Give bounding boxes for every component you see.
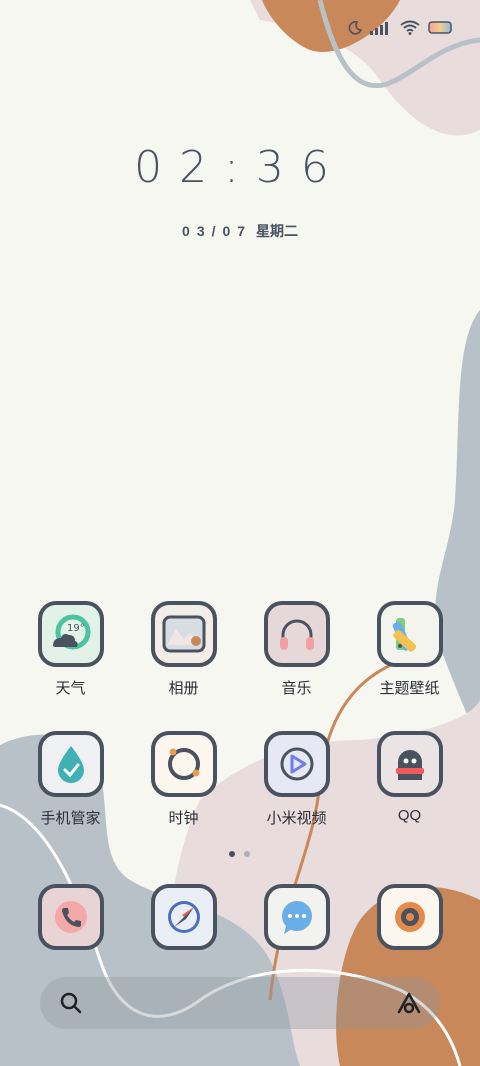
app-qq[interactable]: QQ [353, 731, 466, 824]
app-label: 相册 [168, 680, 199, 697]
status-bar [348, 20, 452, 35]
weather-icon: 19° [37, 601, 104, 667]
phone-icon [37, 884, 104, 950]
battery-icon [428, 21, 452, 34]
app-label: 小米视频 [266, 810, 327, 827]
camera-icon [376, 884, 443, 950]
app-label: QQ [397, 807, 422, 824]
dock-phone[interactable] [14, 884, 127, 950]
video-play-icon [263, 731, 330, 797]
page-indicator [229, 851, 250, 857]
weekday: 星期二 [255, 223, 298, 239]
date-value: 03/07 [182, 223, 253, 239]
app-weather[interactable]: 19° 天气 [14, 601, 127, 698]
wifi-icon [400, 20, 420, 35]
dock-browser[interactable] [127, 884, 240, 950]
message-icon [263, 884, 330, 950]
app-label: 天气 [55, 680, 86, 697]
moon-icon [348, 20, 362, 35]
app-label: 时钟 [168, 810, 199, 827]
app-label: 主题壁纸 [379, 680, 440, 697]
assistant-icon[interactable] [396, 991, 422, 1015]
search-icon[interactable] [60, 992, 82, 1014]
gallery-icon [150, 601, 217, 667]
headphones-icon [263, 601, 330, 667]
lock-clock-date: 03/07 星期二 [0, 221, 480, 241]
app-themes[interactable]: 主题壁纸 [353, 601, 466, 698]
themes-icon [376, 601, 443, 667]
lock-clock-time: 02:36 [134, 142, 346, 193]
app-music[interactable]: 音乐 [240, 601, 353, 698]
dock-camera[interactable] [353, 884, 466, 950]
app-clock[interactable]: 时钟 [127, 731, 240, 828]
search-bar[interactable] [40, 977, 440, 1029]
dock-messages[interactable] [240, 884, 353, 950]
app-label: 手机管家 [40, 810, 101, 827]
app-video[interactable]: 小米视频 [240, 731, 353, 828]
app-gallery[interactable]: 相册 [127, 601, 240, 698]
signal-icon [370, 21, 388, 35]
page-dot-active [229, 851, 235, 857]
security-drop-icon [37, 731, 104, 797]
app-security[interactable]: 手机管家 [14, 731, 127, 828]
clock-icon [150, 731, 217, 797]
app-label: 音乐 [281, 680, 312, 697]
svg-text:19°: 19° [67, 623, 85, 634]
compass-browser-icon [150, 884, 217, 950]
page-dot [244, 851, 250, 857]
qq-penguin-icon [376, 731, 443, 797]
